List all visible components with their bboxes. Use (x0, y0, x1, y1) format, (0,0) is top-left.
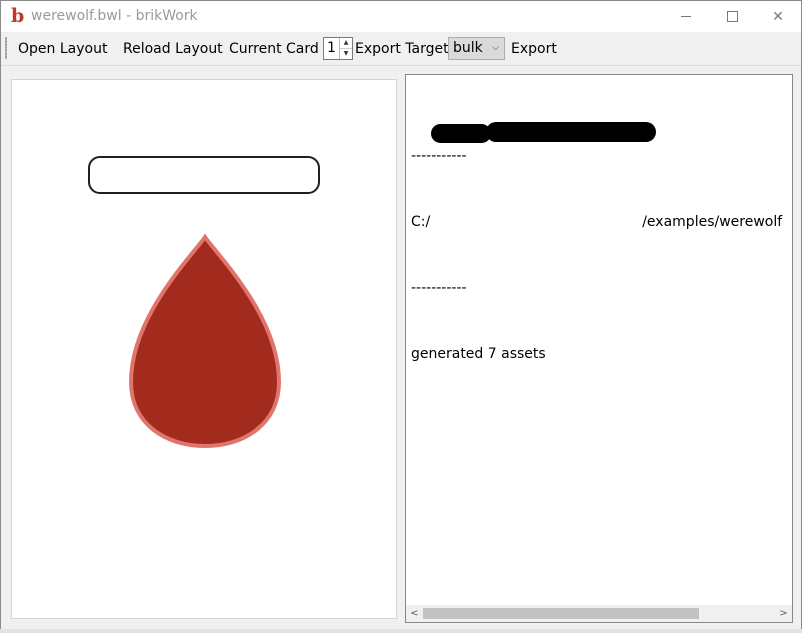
maximize-icon (726, 11, 738, 22)
close-icon: ✕ (772, 8, 784, 25)
horizontal-scrollbar[interactable]: < > (406, 605, 792, 622)
toolbar: Open Layout Reload Layout Current Card 1… (1, 32, 801, 66)
maximize-button[interactable] (709, 1, 755, 32)
minimize-icon (681, 16, 691, 17)
window-bottom-edge (0, 629, 802, 633)
export-button[interactable]: Export (511, 40, 557, 58)
reload-layout-button[interactable]: Reload Layout (123, 40, 223, 58)
blood-drop-icon (128, 233, 282, 449)
log-status: generated 7 assets (411, 346, 546, 362)
current-card-spinbox[interactable]: 1 ▲ ▼ (323, 37, 353, 60)
window-title: werewolf.bwl - brikWork (31, 8, 198, 24)
toolbar-grip-icon[interactable] (5, 37, 7, 59)
card-preview-panel (11, 79, 397, 619)
current-card-label: Current Card (229, 41, 319, 57)
log-separator: ----------- (411, 148, 467, 164)
export-target-select[interactable]: bulk ⌵ (448, 37, 505, 60)
log-output-panel[interactable]: ----------- C:/ /examples/werewolf ------… (405, 74, 793, 623)
spin-down-icon[interactable]: ▼ (340, 49, 352, 59)
log-text: ----------- C:/ /examples/werewolf ------… (411, 101, 782, 409)
spin-up-icon[interactable]: ▲ (340, 38, 352, 49)
redaction-mark (486, 122, 656, 142)
scrollbar-thumb[interactable] (423, 608, 699, 619)
log-path-suffix: /examples/werewolf (642, 214, 783, 230)
scroll-left-icon[interactable]: < (406, 605, 423, 622)
scroll-right-icon[interactable]: > (775, 605, 792, 622)
open-layout-button[interactable]: Open Layout (18, 40, 107, 58)
close-button[interactable]: ✕ (755, 1, 801, 32)
log-path-prefix: C:/ (411, 214, 431, 230)
spin-buttons: ▲ ▼ (339, 38, 352, 59)
title-bar[interactable]: b werewolf.bwl - brikWork ✕ (1, 1, 801, 32)
brikwork-logo-icon: b (11, 5, 25, 27)
app-window: b werewolf.bwl - brikWork ✕ Open Layout … (0, 0, 802, 633)
chevron-down-icon: ⌵ (492, 43, 499, 53)
minimize-button[interactable] (663, 1, 709, 32)
export-target-label: Export Target (355, 41, 449, 57)
log-path-line: C:/ /examples/werewolf (411, 211, 782, 233)
card-title-box (88, 156, 320, 194)
log-separator: ----------- (411, 280, 467, 296)
export-target-value: bulk (453, 40, 483, 56)
redaction-mark (431, 124, 491, 143)
current-card-value[interactable]: 1 (327, 39, 336, 58)
